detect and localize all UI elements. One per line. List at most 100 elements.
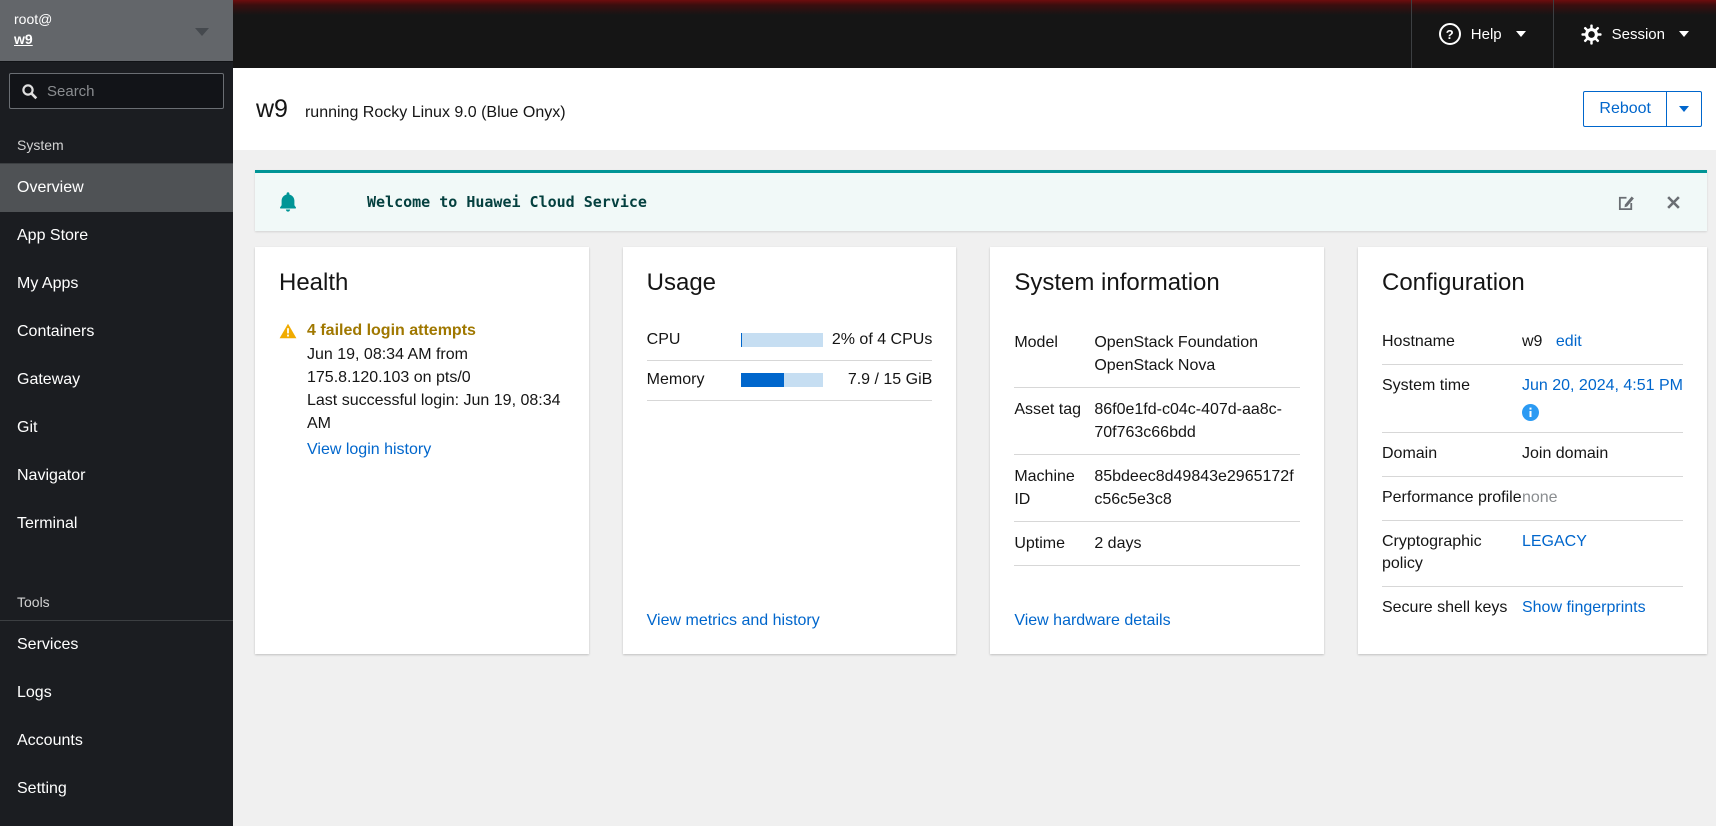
uptime-value: 2 days [1094,535,1142,552]
sidebar-item-overview[interactable]: Overview [0,164,233,212]
session-label: Session [1611,25,1665,43]
warning-icon [279,323,297,339]
view-metrics-link[interactable]: View metrics and history [647,612,933,630]
model-label: Model [1014,334,1058,351]
os-subtitle: running Rocky Linux 9.0 (Blue Onyx) [304,103,566,121]
show-fingerprints-link[interactable]: Show fingerprints [1522,599,1646,616]
uptime-row: Uptime 2 days [1014,522,1300,566]
chevron-down-icon [195,28,209,36]
cpu-usage-value: 2% of 4 CPUs [831,331,933,348]
ssh-keys-label: Secure shell keys [1381,599,1508,616]
join-domain-link[interactable]: Join domain [1522,443,1683,465]
system-information-card: System information Model OpenStack Found… [990,247,1324,654]
page-title: w9 [256,94,288,123]
help-label: Help [1470,25,1502,43]
memory-progress-fill [740,373,785,387]
configuration-card: Configuration Hostname w9 edit System ti… [1357,247,1707,654]
asset-tag-row: Asset tag 86f0e1fd-c04c-407d-aa8c-70f763… [1014,388,1300,455]
usage-card: Usage CPU 2% of 4 CPUs Memory 7.9 / 15 G… [622,247,957,654]
configuration-title: Configuration [1381,269,1525,296]
view-hardware-details-link[interactable]: View hardware details [1014,612,1300,630]
model-value: OpenStack Foundation OpenStack Nova [1094,334,1258,374]
page-header: w9 running Rocky Linux 9.0 (Blue Onyx) R… [233,68,1716,150]
edit-banner-icon[interactable] [1617,193,1636,212]
ssh-keys-row: Secure shell keys Show fingerprints [1382,587,1683,630]
cpu-usage-row: CPU 2% of 4 CPUs [646,321,933,361]
asset-tag-value: 86f0e1fd-c04c-407d-aa8c-70f763c66bdd [1094,401,1283,441]
reboot-dropdown-toggle[interactable] [1666,92,1701,126]
hostname-label: Hostname [1381,333,1455,350]
crypto-policy-row: Cryptographic policy LEGACY [1381,521,1683,587]
content-area: Welcome to Huawei Cloud Service Health 4… [233,150,1716,826]
performance-profile-value: none [1521,489,1558,506]
hostname-row: Hostname w9 edit [1381,321,1683,365]
model-row: Model OpenStack Foundation OpenStack Nov… [1014,321,1300,388]
sidebar-item-navigator[interactable]: Navigator [0,452,233,500]
cpu-progress-fill [740,333,743,347]
sidebar-item-terminal[interactable]: Terminal [0,500,233,548]
health-card-title: Health [279,269,349,296]
help-icon: ? [1438,23,1461,45]
nav-section-tools: Tools [17,594,50,610]
sidebar: root@ w9 Search System Overview App Stor… [0,0,233,826]
performance-profile-label: Performance profile [1381,489,1522,506]
user-name: root@ [14,11,53,27]
session-menu[interactable]: Session [1552,0,1716,68]
asset-tag-label: Asset tag [1014,401,1082,418]
reboot-split-button: Reboot [1583,91,1702,127]
close-banner-icon[interactable] [1666,195,1681,210]
user-menu[interactable]: root@ w9 [0,0,233,62]
sidebar-item-services[interactable]: Services [0,621,233,669]
memory-label: Memory [646,371,705,388]
nav-section-system: System [17,137,64,153]
search-icon [22,83,38,99]
search-input[interactable]: Search [9,73,224,109]
machine-id-label: Machine ID [1014,468,1075,508]
help-menu[interactable]: ? Help [1410,0,1553,68]
machine-id-row: Machine ID 85bdeec8d49843e2965172fc56c5e… [1014,455,1300,522]
domain-row: Domain Join domain [1381,433,1683,477]
crypto-policy-link[interactable]: LEGACY [1522,533,1587,550]
cpu-progress-bar [740,333,823,347]
chevron-down-icon [1515,31,1526,37]
view-login-history-link[interactable]: View login history [307,438,431,461]
sidebar-item-app-store[interactable]: App Store [0,212,233,260]
usage-card-title: Usage [646,269,717,296]
sidebar-item-gateway[interactable]: Gateway [0,356,233,404]
chevron-down-icon [1679,31,1689,37]
sidebar-item-git[interactable]: Git [0,404,233,452]
domain-label: Domain [1381,445,1438,462]
crypto-policy-label: Cryptographic policy [1381,533,1482,572]
performance-profile-row: Performance profile none [1381,477,1683,521]
welcome-banner: Welcome to Huawei Cloud Service [255,170,1707,231]
info-icon[interactable] [1521,404,1539,421]
gear-icon [1581,23,1602,45]
search-placeholder: Search [47,82,95,100]
health-card: Health 4 failed login attempts Jun 19, 0… [255,247,589,654]
sidebar-item-my-apps[interactable]: My Apps [0,260,233,308]
memory-usage-value: 7.9 / 15 GiB [847,371,933,388]
uptime-label: Uptime [1014,535,1066,552]
machine-id-value: 85bdeec8d49843e2965172fc56c5e3c8 [1094,468,1294,508]
sidebar-item-containers[interactable]: Containers [0,308,233,356]
chevron-down-icon [1679,106,1689,112]
failed-login-alert: 4 failed login attempts [307,322,476,339]
memory-progress-bar [740,373,823,387]
bell-icon [279,192,297,212]
sidebar-item-setting[interactable]: Setting [0,765,233,813]
system-time-row: System time Jun 20, 2024, 4:51 PM [1381,365,1683,433]
reboot-button[interactable]: Reboot [1584,92,1666,126]
memory-usage-row: Memory 7.9 / 15 GiB [646,361,933,401]
hostname-value: w9 [1521,333,1543,350]
masthead: ? Help Session [233,0,1716,68]
sidebar-item-accounts[interactable]: Accounts [0,717,233,765]
failed-login-detail: Jun 19, 08:34 AM from 175.8.120.103 on p… [307,346,471,386]
system-time-label: System time [1381,377,1470,394]
cpu-label: CPU [646,331,681,348]
edit-hostname-link[interactable]: edit [1556,333,1582,350]
last-login-detail: Last successful login: Jun 19, 08:34 AM [307,392,561,432]
sidebar-item-logs[interactable]: Logs [0,669,233,717]
system-information-title: System information [1014,269,1220,296]
system-time-link[interactable]: Jun 20, 2024, 4:51 PM [1522,375,1683,397]
banner-title: Welcome to Huawei Cloud Service [367,193,647,211]
